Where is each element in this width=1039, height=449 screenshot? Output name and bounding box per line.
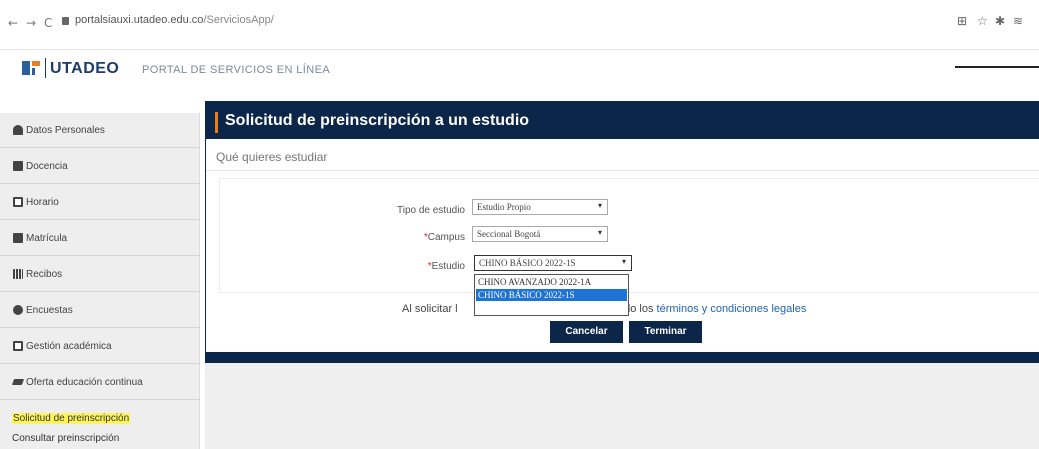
barcode-icon: [13, 269, 23, 279]
cancel-button[interactable]: Cancelar: [550, 321, 623, 343]
finish-button[interactable]: Terminar: [629, 321, 702, 343]
url-path: /ServiciosApp/: [203, 14, 274, 26]
logo-separator: [45, 58, 46, 78]
dropdown-option-chino-avanzado[interactable]: CHINO AVANZADO 2022-1A: [476, 276, 627, 288]
url-host: portalsiauxi.utadeo.edu.co: [75, 14, 204, 26]
page-background: [205, 363, 1039, 449]
section-subtitle: Qué quieres estudiar: [216, 150, 328, 164]
book-icon: [13, 161, 23, 171]
terms-link[interactable]: términos y condiciones legales: [657, 303, 807, 315]
campus-select[interactable]: Seccional Bogotá ▾: [472, 226, 608, 242]
reload-icon[interactable]: C: [44, 16, 52, 30]
logo-text[interactable]: UTADEO: [50, 60, 119, 78]
sidebar-item-oferta-educacion[interactable]: Oferta educación continua: [0, 365, 200, 400]
estudio-select[interactable]: CHINO BÁSICO 2022-1S ▾: [474, 255, 632, 271]
tipo-estudio-value: Estudio Propio: [477, 202, 531, 212]
sidebar-item-label: Datos Personales: [26, 125, 105, 136]
tipo-estudio-label-text: Tipo de estudio: [396, 205, 465, 216]
estudio-label: *Estudio: [427, 261, 465, 272]
estudio-dropdown-list[interactable]: CHINO AVANZADO 2022-1A CHINO BÁSICO 2022…: [474, 274, 629, 316]
chart-icon: [13, 305, 23, 315]
sidebar-item-encuestas[interactable]: Encuestas: [0, 293, 200, 328]
sidebar-item-docencia[interactable]: Docencia: [0, 149, 200, 184]
url-text[interactable]: portalsiauxi.utadeo.edu.co/ServiciosApp/: [75, 14, 274, 26]
tipo-estudio-select[interactable]: Estudio Propio ▾: [472, 199, 608, 215]
calendar-icon: [13, 197, 23, 207]
back-icon[interactable]: ←: [8, 16, 18, 30]
utadeo-logo-icon: [22, 61, 44, 75]
browser-toolbar: ← → C portalsiauxi.utadeo.edu.co/Servici…: [0, 0, 1039, 50]
dropdown-option-chino-basico[interactable]: CHINO BÁSICO 2022-1S: [476, 289, 627, 301]
star-icon[interactable]: ☆: [977, 14, 988, 28]
reader-icon[interactable]: ⊞: [957, 14, 967, 28]
graduation-cap-icon: [11, 379, 25, 385]
link-solicitud-preinscripcion[interactable]: Solicitud de preinscripción: [12, 413, 131, 424]
legal-prefix: Al solicitar l: [402, 303, 458, 315]
divider: [955, 66, 1039, 68]
sidebar: Datos Personales Docencia Horario Matríc…: [0, 113, 200, 449]
chevron-down-icon: ▾: [621, 257, 626, 266]
sidebar-item-datos-personales[interactable]: Datos Personales: [0, 113, 200, 148]
page-header: Solicitud de preinscripción a un estudio: [206, 101, 1039, 139]
campus-label-text: Campus: [427, 232, 465, 243]
clipboard-icon: [13, 341, 23, 351]
form-card: Qué quieres estudiar Tipo de estudio Est…: [206, 139, 1039, 352]
profile-icon[interactable]: ≋: [1013, 14, 1023, 28]
sidebar-item-label: Encuestas: [26, 305, 73, 316]
sidebar-item-label: Docencia: [26, 161, 68, 172]
sidebar-item-label: Recibos: [26, 269, 63, 280]
link-consultar-preinscripcion[interactable]: Consultar preinscripción: [12, 433, 119, 444]
sidebar-item-label: Matrícula: [26, 233, 68, 244]
register-icon: [13, 233, 23, 243]
lock-icon: [62, 17, 69, 25]
sidebar-item-label: Oferta educación continua: [26, 377, 143, 388]
page-title: Solicitud de preinscripción a un estudio: [225, 112, 530, 129]
person-icon: [13, 125, 23, 135]
title-accent-bar: [215, 112, 218, 133]
legal-suffix: ndo los términos y condiciones legales: [618, 303, 806, 315]
estudio-value: CHINO BÁSICO 2022-1S: [479, 258, 576, 268]
campus-value: Seccional Bogotá: [477, 229, 541, 239]
sidebar-item-recibos[interactable]: Recibos: [0, 257, 200, 292]
estudio-label-text: Estudio: [431, 261, 465, 272]
chevron-down-icon: ▾: [597, 201, 602, 210]
tipo-estudio-label: Tipo de estudio: [370, 205, 465, 216]
section-header: Qué quieres estudiar: [206, 139, 1039, 171]
sidebar-item-matricula[interactable]: Matrícula: [0, 221, 200, 256]
campus-label: *Campus: [423, 232, 465, 243]
portal-title: PORTAL DE SERVICIOS EN LÍNEA: [142, 64, 331, 76]
sidebar-item-label: Gestión académica: [26, 341, 112, 352]
sidebar-item-gestion-academica[interactable]: Gestión académica: [0, 329, 200, 364]
forward-icon[interactable]: →: [26, 16, 36, 30]
chevron-down-icon: ▾: [597, 228, 602, 237]
extension-icon[interactable]: ✱: [995, 14, 1005, 28]
form-fields: [219, 178, 1039, 293]
sidebar-item-horario[interactable]: Horario: [0, 185, 200, 220]
sidebar-item-label: Horario: [26, 197, 59, 208]
